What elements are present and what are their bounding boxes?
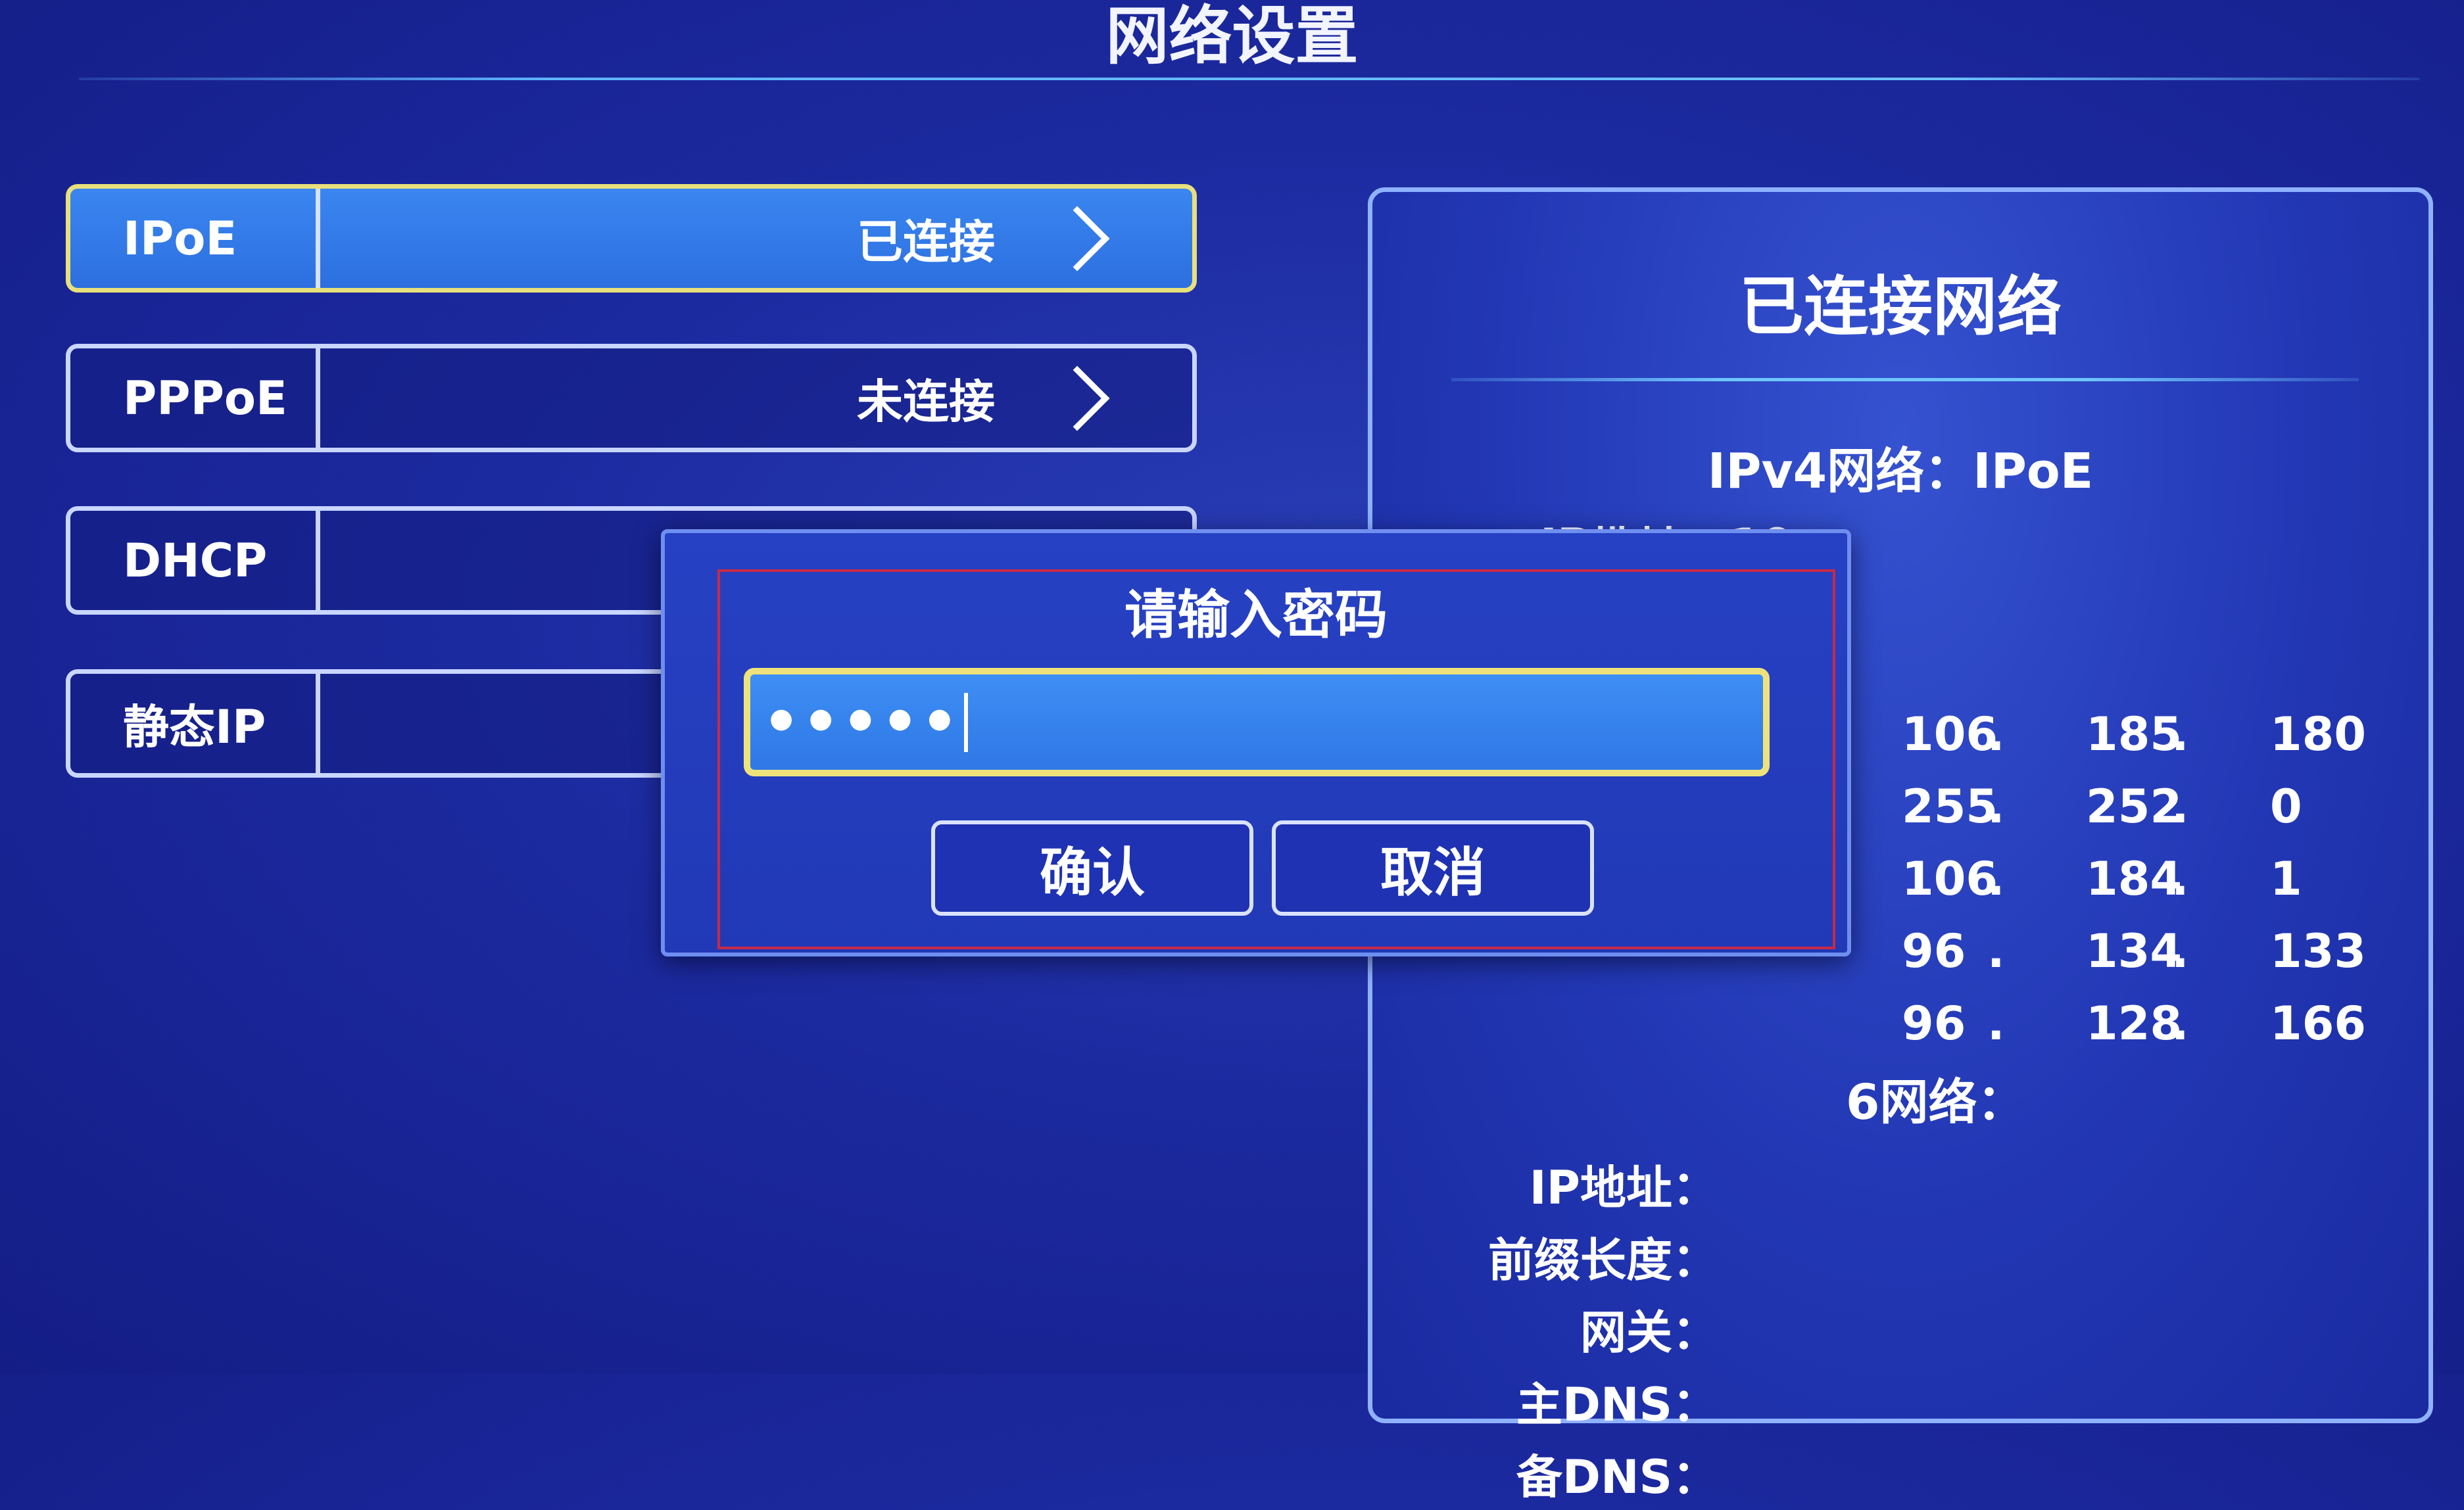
- mode-name: 静态IP: [70, 674, 320, 773]
- mode-name: IPoE: [70, 189, 320, 288]
- confirm-button[interactable]: 确认: [931, 820, 1253, 916]
- octet: 133: [2270, 924, 2367, 978]
- panel-divider: [1451, 378, 2359, 381]
- octet: 106: [1902, 852, 1998, 906]
- octet: 184: [2086, 852, 2183, 906]
- octet: 185: [2086, 707, 2183, 761]
- octet: 166: [2270, 997, 2367, 1050]
- octet-dot: .: [1987, 997, 2005, 1050]
- octet: 0: [2270, 780, 2302, 834]
- dialog-title: 请输入密码: [1124, 584, 1388, 646]
- ipv4-header: IPv4网络：IPoE: [1707, 443, 2094, 500]
- octet: 252: [2086, 780, 2183, 834]
- chevron-right-icon: [1044, 206, 1110, 271]
- octet-dot: .: [2171, 852, 2189, 906]
- octet: 255: [1902, 780, 1998, 834]
- ipv6-prefix-length-label: 前缀长度：: [1488, 1233, 1718, 1287]
- octet: 106: [1902, 707, 1998, 761]
- ipv6-gateway-label: 网关：: [1580, 1306, 1718, 1359]
- octet-dot: .: [2171, 997, 2189, 1050]
- octet-dot: .: [2171, 780, 2189, 834]
- octet-dot: .: [2171, 924, 2189, 978]
- password-value: •••••: [763, 688, 961, 757]
- mode-name: PPPoE: [70, 348, 320, 448]
- panel-title: 已连接网络: [1739, 270, 2062, 344]
- mode-name: DHCP: [70, 511, 320, 610]
- ipv6-ip-address-label: IP地址：: [1529, 1161, 1718, 1215]
- password-input[interactable]: •••••: [744, 668, 1770, 776]
- ipv6-header: 6网络：: [1846, 1074, 2026, 1131]
- chevron-right-icon: [1044, 366, 1110, 431]
- octet: 134: [2086, 924, 2183, 978]
- mode-status: 未连接: [857, 375, 995, 429]
- title-divider: [79, 78, 2420, 80]
- octet: 96: [1902, 924, 1966, 978]
- mode-item-pppoe[interactable]: PPPoE 未连接: [66, 344, 1197, 452]
- octet: 128: [2086, 997, 2183, 1050]
- cancel-button[interactable]: 取消: [1272, 820, 1594, 916]
- octet: 180: [2270, 707, 2367, 761]
- ipv6-primary-dns-label: 主DNS：: [1516, 1378, 1718, 1432]
- octet-dot: .: [2171, 707, 2189, 761]
- text-caret: [963, 692, 968, 752]
- mode-status: 已连接: [857, 215, 995, 269]
- ipv6-secondary-dns-label: 备DNS：: [1516, 1450, 1718, 1504]
- password-dialog: 请输入密码 ••••• 确认 取消: [661, 529, 1851, 956]
- page-title: 网络设置: [1105, 0, 1359, 73]
- octet-dot: .: [1987, 852, 2005, 906]
- mode-item-ipoe[interactable]: IPoE 已连接: [66, 184, 1197, 293]
- octet-dot: .: [1987, 780, 2005, 834]
- octet: 1: [2270, 852, 2302, 906]
- octet: 96: [1902, 997, 1966, 1050]
- ipv4-row: 96 . 128 . 166: [1372, 991, 2428, 1056]
- octet-dot: .: [1987, 707, 2005, 761]
- octet-dot: .: [1987, 924, 2005, 978]
